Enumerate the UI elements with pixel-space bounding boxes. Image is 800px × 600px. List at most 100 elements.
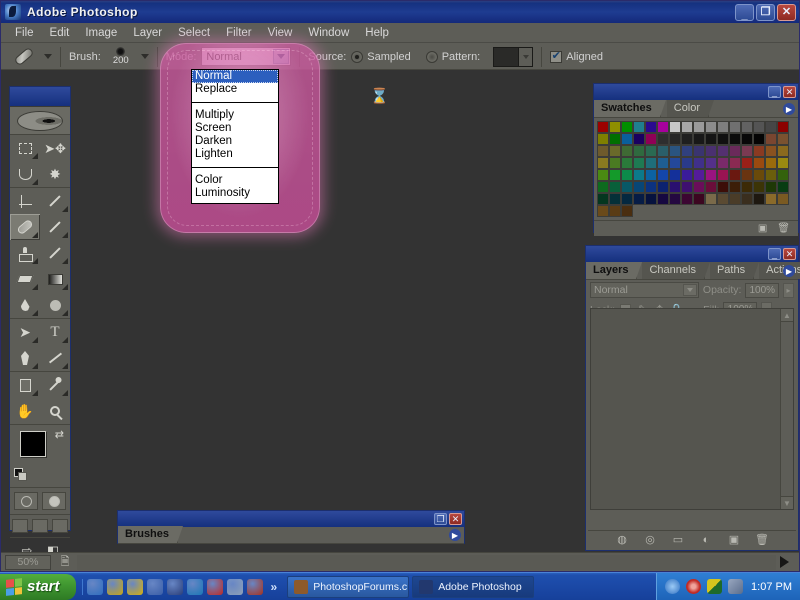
layer-blend-mode-select[interactable]: Normal <box>590 282 699 298</box>
quicktime-icon[interactable] <box>187 579 203 595</box>
color-swatch[interactable] <box>741 145 753 157</box>
task-adobe-photoshop[interactable]: Adobe Photoshop <box>412 576 534 598</box>
new-group-icon[interactable]: ▭ <box>671 533 685 546</box>
color-swatch[interactable] <box>753 133 765 145</box>
color-swatch[interactable] <box>633 193 645 205</box>
layers-palette-menu-icon[interactable]: ▶ <box>783 265 795 277</box>
layer-list-scrollbar[interactable]: ▲ ▼ <box>780 309 793 509</box>
tab-paths[interactable]: Paths <box>710 262 754 279</box>
color-swatch[interactable] <box>597 193 609 205</box>
color-swatch[interactable] <box>645 193 657 205</box>
brushes-titlebar[interactable]: ❐ ✕ <box>118 511 464 527</box>
color-swatch[interactable] <box>693 145 705 157</box>
chevron-down-icon[interactable] <box>683 284 697 296</box>
color-swatch[interactable] <box>597 133 609 145</box>
dropdown-item-luminosity[interactable]: Luminosity <box>192 187 278 200</box>
color-swatch[interactable] <box>597 121 609 133</box>
tool-eyedropper[interactable] <box>40 372 70 398</box>
color-swatch[interactable] <box>705 157 717 169</box>
adjustment-layer-icon[interactable]: ◐ <box>699 533 713 546</box>
clock[interactable]: 1:07 PM <box>751 581 792 593</box>
dropdown-item-lighten[interactable]: Lighten <box>192 148 278 161</box>
color-swatch[interactable] <box>633 145 645 157</box>
color-swatch[interactable] <box>741 169 753 181</box>
color-swatch[interactable] <box>765 157 777 169</box>
color-swatch[interactable] <box>765 193 777 205</box>
color-swatch[interactable] <box>753 157 765 169</box>
color-swatch[interactable] <box>597 205 609 217</box>
scroll-down-icon[interactable]: ▼ <box>781 496 793 509</box>
color-swatch[interactable] <box>681 157 693 169</box>
quick-launch-overflow-icon[interactable]: » <box>267 580 282 594</box>
color-swatch[interactable] <box>753 181 765 193</box>
color-swatch[interactable] <box>681 145 693 157</box>
pattern-chevron-down-icon[interactable] <box>519 47 533 67</box>
new-layer-icon[interactable]: ▣ <box>727 533 741 546</box>
color-swatch[interactable] <box>729 157 741 169</box>
dropdown-item-multiply[interactable]: Multiply <box>192 109 278 122</box>
menu-select[interactable]: Select <box>170 25 218 41</box>
color-swatch[interactable] <box>729 193 741 205</box>
start-button[interactable]: start <box>0 574 76 600</box>
menu-view[interactable]: View <box>260 25 301 41</box>
color-swatch[interactable] <box>741 193 753 205</box>
color-swatch[interactable] <box>729 181 741 193</box>
color-swatch[interactable] <box>669 121 681 133</box>
color-swatch[interactable] <box>597 181 609 193</box>
antivirus-icon[interactable] <box>207 579 223 595</box>
color-swatch[interactable] <box>645 133 657 145</box>
color-swatch[interactable] <box>657 121 669 133</box>
color-swatch[interactable] <box>609 121 621 133</box>
tool-clone-stamp[interactable] <box>10 240 40 266</box>
tool-preset-picker[interactable] <box>9 47 39 67</box>
color-swatch[interactable] <box>729 169 741 181</box>
color-swatch[interactable] <box>597 157 609 169</box>
color-swatch[interactable] <box>645 181 657 193</box>
full-screen-menubar-button[interactable] <box>32 519 48 533</box>
brush-preset-picker[interactable]: 200 <box>106 47 136 66</box>
tool-notes[interactable] <box>10 372 40 398</box>
color-swatch[interactable] <box>645 121 657 133</box>
new-swatch-icon[interactable]: ▣ <box>758 223 767 234</box>
color-swatch[interactable] <box>609 133 621 145</box>
tool-magic-wand[interactable]: ✸ <box>40 161 70 187</box>
color-swatch[interactable] <box>741 181 753 193</box>
color-swatch[interactable] <box>609 181 621 193</box>
color-swatch[interactable] <box>777 181 789 193</box>
tool-path-selection[interactable]: ➤ <box>10 319 40 345</box>
tool-pen[interactable] <box>10 345 40 371</box>
brushes-close-button[interactable]: ✕ <box>449 513 462 525</box>
aligned-checkbox[interactable]: ✔ Aligned <box>550 51 608 63</box>
color-swatch[interactable] <box>669 157 681 169</box>
dropdown-item-replace[interactable]: Replace <box>192 83 278 96</box>
task-photoshopforums[interactable]: PhotoshopForums.c... <box>287 576 409 598</box>
color-swatch[interactable] <box>693 181 705 193</box>
swatches-titlebar[interactable]: _ ✕ <box>594 84 798 100</box>
color-swatch[interactable] <box>621 145 633 157</box>
color-swatch[interactable] <box>693 193 705 205</box>
color-swatch[interactable] <box>645 169 657 181</box>
zoom-level-field[interactable]: 50% <box>5 555 51 570</box>
foreground-color-swatch[interactable] <box>20 431 46 457</box>
swatch-grid[interactable] <box>594 118 798 220</box>
toolbox-logo[interactable] <box>10 107 70 135</box>
color-swatch[interactable] <box>705 145 717 157</box>
color-swatch[interactable] <box>621 133 633 145</box>
tool-type[interactable]: T <box>40 319 70 345</box>
color-swatch[interactable] <box>609 145 621 157</box>
color-swatch[interactable] <box>717 145 729 157</box>
standard-mode-button[interactable] <box>14 492 38 510</box>
color-swatch[interactable] <box>597 145 609 157</box>
color-swatch[interactable] <box>705 133 717 145</box>
source-sampled-radio[interactable]: Sampled <box>351 51 415 63</box>
color-swatch[interactable] <box>669 193 681 205</box>
blend-mode-dropdown[interactable]: Normal Replace Multiply Screen Darken Li… <box>191 69 279 204</box>
color-swatch[interactable] <box>693 133 705 145</box>
tool-eraser[interactable] <box>10 266 40 292</box>
menu-edit[interactable]: Edit <box>42 25 78 41</box>
color-swatch[interactable] <box>645 145 657 157</box>
menu-filter[interactable]: Filter <box>218 25 260 41</box>
menu-help[interactable]: Help <box>357 25 397 41</box>
color-swatch[interactable] <box>669 169 681 181</box>
color-swatch[interactable] <box>741 121 753 133</box>
